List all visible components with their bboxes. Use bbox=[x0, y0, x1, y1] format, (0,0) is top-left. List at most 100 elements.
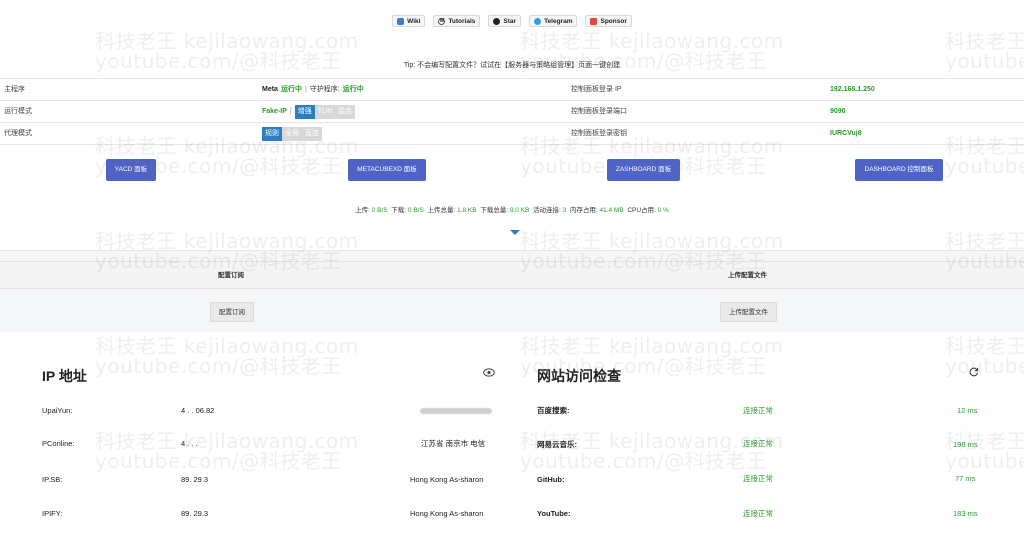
telegram-link[interactable]: Telegram bbox=[529, 15, 578, 27]
telegram-label: Telegram bbox=[544, 17, 573, 25]
traffic-stats: 上传: 0 B/S 下载: 0 B/S 上传总量: 1.8 KB 下载总量: 9… bbox=[0, 204, 1024, 214]
separator: | bbox=[304, 86, 307, 93]
ip-row-label: UpaiYun: bbox=[42, 406, 73, 415]
ip-card-title: IP 地址 bbox=[42, 368, 87, 384]
top-links-bar: Wiki W Tutorials Star Telegram Sponsor bbox=[0, 15, 1024, 27]
ip-row-location: Hong Kong As-sharon bbox=[410, 509, 484, 518]
download-speed: 0 B/S bbox=[407, 207, 424, 214]
ip-row-value: 89. 29.3 bbox=[181, 509, 209, 518]
run-mode-label: 运行模式 bbox=[4, 108, 32, 115]
tip-text: Tip: 不会编写配置文件？试试在【服务器与策略组管理】页面一键创建 bbox=[403, 62, 621, 69]
subscription-button[interactable]: 配置订阅 bbox=[210, 302, 254, 322]
run-mode-tun[interactable]: TUN bbox=[314, 105, 336, 119]
wiki-label: Wiki bbox=[407, 17, 421, 25]
sponsor-link[interactable]: Sponsor bbox=[585, 15, 632, 27]
site-row-label: 百度搜索: bbox=[537, 406, 570, 415]
watermark-text: 科技老王 kejilaowang.com bbox=[520, 29, 784, 53]
upload-speed-label: 上传: bbox=[355, 207, 370, 214]
ip-row-label: IP.SB: bbox=[42, 475, 63, 484]
memory-label: 内存占用: bbox=[569, 207, 598, 214]
telegram-icon bbox=[534, 17, 542, 25]
ip-row-location: Hong Kong As-sharon bbox=[410, 475, 484, 484]
refresh-icon[interactable] bbox=[969, 367, 979, 377]
github-icon bbox=[493, 17, 501, 25]
main-program-label: 主程序 bbox=[4, 86, 25, 93]
site-row-label: 网易云音乐: bbox=[537, 440, 577, 449]
proxy-mode-global[interactable]: 全局 bbox=[282, 127, 302, 141]
site-row-status: 连接正常 bbox=[743, 474, 773, 483]
site-row-latency: 183 ms bbox=[953, 509, 978, 518]
connections: 3 bbox=[562, 207, 567, 214]
site-row-label: YouTube: bbox=[537, 509, 571, 518]
guard-label: 守护程序: bbox=[309, 86, 340, 93]
memory: 41.4 MB bbox=[599, 207, 624, 214]
upload-header: 上传配置文件 bbox=[728, 272, 767, 279]
proxy-mode-control: 规则 全局 直连 bbox=[262, 123, 322, 145]
site-row-latency: 77 ms bbox=[955, 474, 976, 483]
run-mode-value: Fake-IP bbox=[262, 108, 287, 115]
status-row-main: 主程序 Meta 运行中 | 守护程序: 运行中 控制面板登录 IP 192.1… bbox=[0, 79, 1024, 101]
sponsor-label: Sponsor bbox=[600, 17, 627, 25]
yacd-panel-button[interactable]: YACD 面板 bbox=[106, 159, 156, 181]
run-mode-switch: 增强 TUN 混合 bbox=[294, 105, 356, 119]
upload-total-label: 上传总量: bbox=[427, 207, 456, 214]
sponsor-icon bbox=[590, 17, 598, 25]
cpu: 0 % bbox=[657, 207, 669, 214]
ip-row-location-redacted bbox=[420, 404, 492, 418]
core-name: Meta bbox=[262, 86, 278, 93]
site-row-status: 连接正常 bbox=[743, 439, 773, 448]
ip-row-label: IPIFY: bbox=[42, 509, 63, 518]
watermark-text: 科技老王 kejilaowang.com bbox=[945, 29, 1024, 53]
status-row-proxy-mode: 代理模式 规则 全局 直连 控制面板登录密钥 IURCVuj8 bbox=[0, 123, 1024, 145]
star-label: Star bbox=[503, 17, 517, 25]
site-check-title: 网站访问检查 bbox=[537, 368, 621, 384]
tutorials-link[interactable]: W Tutorials bbox=[433, 15, 481, 27]
main-program-status: Meta 运行中 | 守护程序: 运行中 bbox=[262, 79, 364, 101]
connections-label: 活动连接: bbox=[532, 207, 561, 214]
proxy-mode-direct[interactable]: 直连 bbox=[302, 127, 322, 141]
download-total-label: 下载总量: bbox=[480, 207, 509, 214]
ip-row-location: 江苏省 南京市 电信 bbox=[421, 439, 486, 448]
cloud-icon bbox=[397, 17, 405, 25]
config-header-row: 配置订阅 上传配置文件 bbox=[0, 261, 1024, 289]
ip-card: IP 地址 UpaiYun: 4 . . 06.82 PConline: 4 .… bbox=[0, 348, 512, 540]
config-section: 配置订阅 上传配置文件 配置订阅 上传配置文件 bbox=[0, 250, 1024, 332]
ip-row-value: 4 . . 06.82 bbox=[181, 406, 215, 415]
upload-speed: 0 B/S bbox=[371, 207, 388, 214]
upload-total: 1.8 KB bbox=[457, 207, 477, 214]
status-row-run-mode: 运行模式 Fake-IP | 增强 TUN 混合 控制面板登录端口 9090 bbox=[0, 101, 1024, 123]
proxy-mode-rule[interactable]: 规则 bbox=[262, 127, 282, 141]
dashboard-panel-button[interactable]: DASHBOARD 控制面板 bbox=[855, 159, 943, 181]
proxy-mode-switch: 规则 全局 直连 bbox=[262, 127, 322, 141]
upload-config-button[interactable]: 上传配置文件 bbox=[720, 302, 777, 322]
ip-row-value: 4 . . . bbox=[181, 439, 198, 448]
run-mode-mixed[interactable]: 混合 bbox=[335, 105, 356, 119]
core-status: 运行中 bbox=[280, 86, 302, 93]
panel-ip-label: 控制面板登录 IP bbox=[571, 86, 622, 93]
metacubexd-panel-button[interactable]: METACUBEXD 面板 bbox=[348, 159, 426, 181]
proxy-mode-label: 代理模式 bbox=[4, 130, 32, 137]
download-speed-label: 下载: bbox=[391, 207, 407, 214]
panel-port-label: 控制面板登录端口 bbox=[571, 108, 627, 115]
cpu-label: CPU占用: bbox=[627, 207, 656, 214]
status-table: 主程序 Meta 运行中 | 守护程序: 运行中 控制面板登录 IP 192.1… bbox=[0, 78, 1024, 145]
site-check-card: 网站访问检查 百度搜索: 连接正常 12 ms 网易云音乐: 连接正常 198 … bbox=[512, 348, 1024, 540]
tutorials-label: Tutorials bbox=[448, 17, 476, 25]
eye-icon[interactable] bbox=[483, 368, 495, 377]
download-total: 9.0 KB bbox=[509, 207, 530, 214]
panel-key-value: IURCVuj8 bbox=[830, 130, 862, 137]
wikipedia-icon: W bbox=[438, 17, 446, 25]
site-row-status: 连接正常 bbox=[743, 509, 773, 518]
star-link[interactable]: Star bbox=[488, 15, 522, 27]
run-mode-enhanced[interactable]: 增强 bbox=[294, 105, 315, 119]
zashboard-panel-button[interactable]: ZASHBOARD 面板 bbox=[607, 159, 680, 181]
panel-buttons: YACD 面板 METACUBEXD 面板 ZASHBOARD 面板 DASHB… bbox=[0, 159, 1024, 181]
site-row-status: 连接正常 bbox=[743, 406, 773, 415]
guard-status: 运行中 bbox=[342, 86, 364, 93]
panel-ip-value: 192.168.1.250 bbox=[830, 86, 875, 93]
run-mode-control: Fake-IP | 增强 TUN 混合 bbox=[262, 101, 356, 123]
subscription-header: 配置订阅 bbox=[218, 272, 244, 279]
chevron-down-icon[interactable] bbox=[510, 230, 520, 235]
wiki-link[interactable]: Wiki bbox=[392, 15, 426, 27]
ip-row-label: PConline: bbox=[42, 439, 75, 448]
